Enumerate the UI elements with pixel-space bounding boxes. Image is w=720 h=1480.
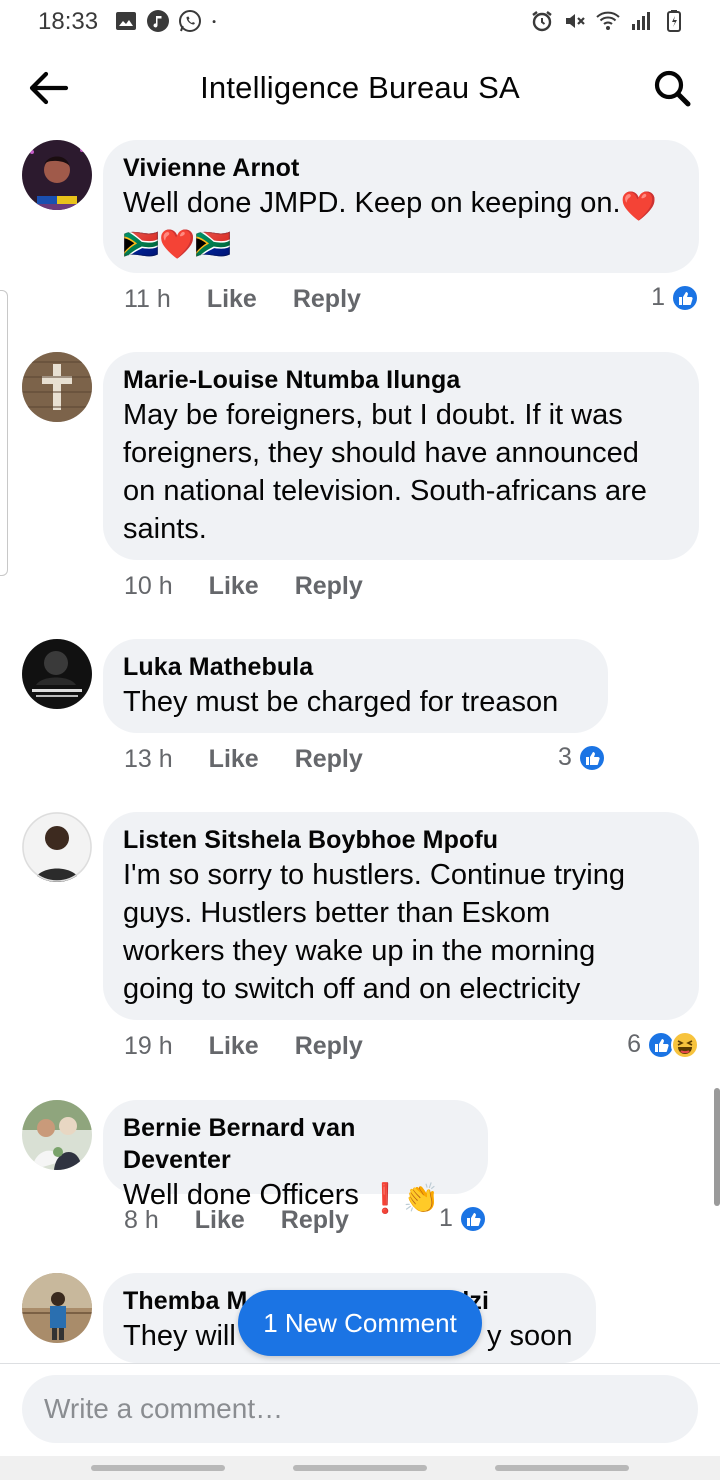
comment-time[interactable]: 11 h (124, 285, 171, 314)
exclamation-clap-emoji: ❗👏 (366, 1183, 440, 1215)
comment-time[interactable]: 13 h (124, 745, 173, 774)
reaction-summary[interactable]: 1 (651, 283, 699, 312)
battery-icon (667, 10, 681, 32)
comment-text-end: y soon (487, 1320, 573, 1352)
reaction-summary[interactable]: 6 (627, 1030, 699, 1059)
avatar[interactable] (22, 1100, 92, 1170)
haha-reaction-icon (671, 1030, 699, 1059)
comment-text-line: They must be charged for treason (123, 686, 559, 718)
comment-author[interactable]: Bernie Bernard van Deventer (123, 1112, 468, 1176)
comment-time[interactable]: 19 h (124, 1032, 173, 1061)
search-icon[interactable] (652, 68, 692, 108)
comment-bubble[interactable]: Marie-Louise Ntumba Ilunga May be foreig… (103, 352, 699, 560)
signal-icon (632, 12, 650, 30)
comment-author[interactable]: Vivienne Arnot (123, 152, 679, 184)
reaction-count: 1 (439, 1204, 453, 1232)
status-right-icons (530, 9, 686, 33)
reaction-count: 3 (558, 743, 572, 771)
like-reaction-icon (671, 283, 699, 312)
reply-button[interactable]: Reply (281, 1206, 349, 1235)
mute-icon (566, 14, 585, 28)
status-bar: 18:33 (0, 0, 720, 44)
reaction-summary[interactable]: 1 (439, 1204, 487, 1233)
reaction-count: 6 (627, 1030, 641, 1058)
reply-button[interactable]: Reply (295, 1032, 363, 1061)
wifi-icon (596, 11, 620, 30)
comment-text-line: going to switch off and on electricity (123, 973, 581, 1005)
comment-bubble[interactable]: Bernie Bernard van Deventer Well done Of… (103, 1100, 488, 1215)
like-button[interactable]: Like (209, 745, 259, 774)
comment-time[interactable]: 8 h (124, 1206, 159, 1235)
comment-text-line: saints. (123, 513, 207, 545)
scrollbar[interactable] (714, 1088, 720, 1206)
avatar[interactable] (22, 812, 92, 882)
comment-author[interactable]: Luka Mathebula (123, 651, 588, 683)
heart-emoji: ❤️ (620, 191, 657, 223)
dot-icon (212, 20, 216, 24)
comment-author[interactable]: Marie-Louise Ntumba Ilunga (123, 364, 679, 396)
page-title: Intelligence Bureau SA (200, 70, 520, 105)
status-time: 18:33 (38, 8, 99, 35)
app-header: Intelligence Bureau SA (0, 52, 720, 124)
avatar[interactable] (22, 639, 92, 709)
whatsapp-icon (179, 10, 201, 32)
nav-home-button[interactable] (293, 1465, 427, 1471)
comment-text: Well done JMPD. Keep on keeping on.❤️ (123, 184, 679, 226)
comment-composer-area (0, 1363, 720, 1480)
like-button[interactable]: Like (209, 572, 259, 601)
nav-back-button[interactable] (495, 1465, 629, 1471)
avatar[interactable] (22, 352, 92, 422)
comment-meta: 19 h Like Reply (124, 1032, 363, 1061)
like-button[interactable]: Like (209, 1032, 259, 1061)
comment-text-emoji-line: 🇿🇦❤️🇿🇦 (123, 229, 232, 261)
reply-button[interactable]: Reply (295, 745, 363, 774)
new-comment-button[interactable]: 1 New Comment (238, 1290, 482, 1356)
reply-button[interactable]: Reply (295, 572, 363, 601)
comment-author[interactable]: Listen Sitshela Boybhoe Mpofu (123, 824, 679, 856)
comment-text-line: I'm so sorry to hustlers. Continue tryin… (123, 859, 625, 891)
reply-thread-line (0, 290, 8, 576)
like-reaction-icon (577, 743, 606, 772)
alarm-icon (532, 11, 552, 32)
comment-meta: 10 h Like Reply (124, 572, 363, 601)
comment-text-start: They will (123, 1320, 236, 1352)
comment-bubble[interactable]: Vivienne Arnot Well done JMPD. Keep on k… (103, 140, 699, 273)
avatar[interactable] (22, 140, 92, 210)
nav-recents-button[interactable] (91, 1465, 225, 1471)
avatar[interactable] (22, 1273, 92, 1343)
comment-text-line: guys. Hustlers better than Eskom (123, 897, 551, 929)
gallery-icon (116, 12, 136, 30)
comment-meta: 13 h Like Reply (124, 745, 363, 774)
status-left-icons (114, 9, 224, 33)
comment-text-line: foreigners, they should have announced (123, 437, 639, 469)
music-icon (147, 10, 169, 32)
like-button[interactable]: Like (195, 1206, 245, 1235)
comment-text-line: May be foreigners, but I doubt. If it wa… (123, 399, 623, 431)
reply-button[interactable]: Reply (293, 285, 361, 314)
comment-meta: 8 h Like Reply (124, 1206, 349, 1235)
comment-author-start: Themba M (123, 1287, 248, 1315)
system-nav-bar (0, 1456, 720, 1480)
reaction-count: 1 (651, 283, 665, 311)
reaction-summary[interactable]: 3 (558, 743, 606, 772)
comment-bubble[interactable]: Listen Sitshela Boybhoe Mpofu I'm so sor… (103, 812, 699, 1020)
like-button[interactable]: Like (207, 285, 257, 314)
like-reaction-icon (458, 1204, 487, 1233)
comment-input[interactable] (22, 1375, 698, 1443)
comment-meta: 11 h Like Reply (124, 285, 361, 314)
comment-bubble[interactable]: Luka Mathebula They must be charged for … (103, 639, 608, 733)
comment-text-line: Well done JMPD. Keep on keeping on. (123, 187, 621, 219)
comment-text-line: workers they wake up in the morning (123, 935, 596, 967)
comment-text-line: on national television. South-africans a… (123, 475, 647, 507)
comment-time[interactable]: 10 h (124, 572, 173, 601)
